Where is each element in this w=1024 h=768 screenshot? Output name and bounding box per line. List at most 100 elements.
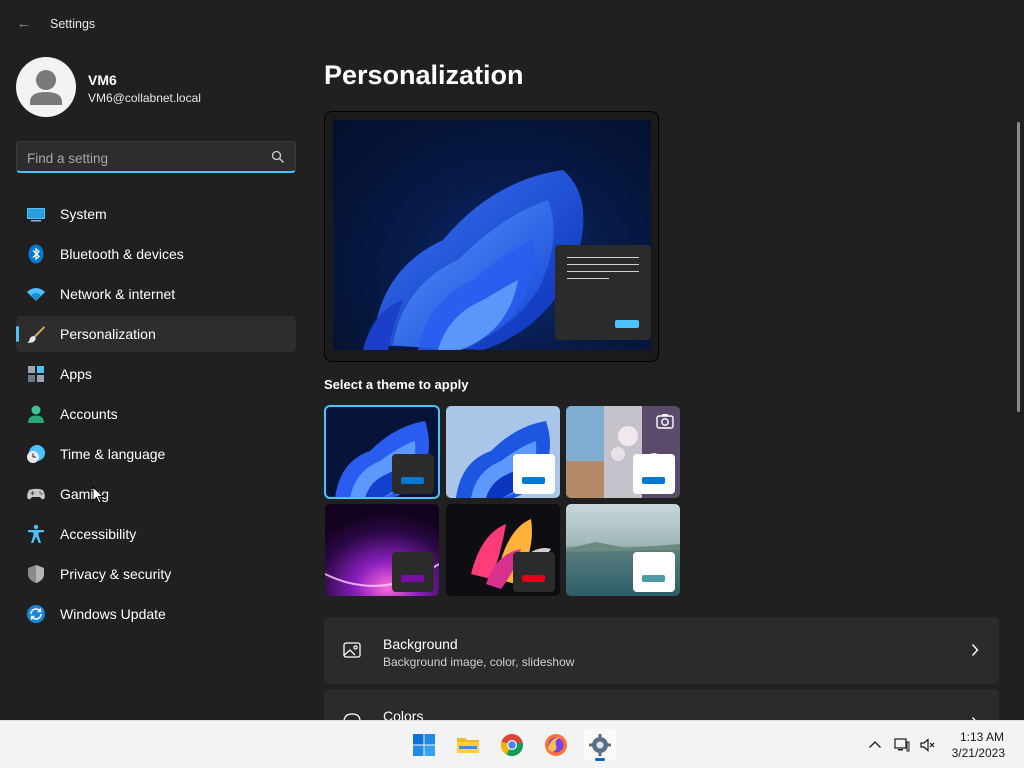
sidebar-item-label: Bluetooth & devices: [60, 246, 184, 262]
sidebar-item-label: Personalization: [60, 326, 156, 342]
sidebar-item-label: Network & internet: [60, 286, 176, 302]
sidebar-item-label: System: [60, 206, 107, 222]
taskbar-settings[interactable]: [584, 729, 616, 761]
sidebar-item-system[interactable]: System: [16, 196, 296, 232]
title-bar: ← Settings: [0, 0, 1024, 48]
sidebar-item-label: Apps: [60, 366, 92, 382]
windows-start-icon: [413, 734, 435, 756]
theme-preview: [324, 111, 659, 362]
image-icon: [343, 642, 361, 658]
theme-flow[interactable]: [566, 504, 680, 596]
sidebar-item-bluetooth[interactable]: Bluetooth & devices: [16, 236, 296, 272]
firefox-icon: [545, 734, 567, 756]
theme-mini-window: [392, 454, 434, 494]
sample-line: [567, 271, 639, 272]
taskbar: 1:13 AM 3/21/2023: [0, 720, 1024, 768]
folder-icon: [457, 738, 479, 753]
theme-mini-window: [633, 552, 675, 592]
update-icon: [27, 605, 45, 623]
search-box[interactable]: [16, 141, 296, 173]
sample-window: [555, 245, 651, 340]
taskbar-file-explorer[interactable]: [452, 729, 484, 761]
taskbar-firefox[interactable]: [540, 729, 572, 761]
theme-glow[interactable]: [325, 504, 439, 596]
sidebar-item-accounts[interactable]: Accounts: [16, 396, 296, 432]
wifi-icon: [27, 288, 45, 301]
theme-grid: [324, 405, 684, 597]
sidebar-item-label: Time & language: [60, 446, 166, 462]
card-subtitle: Background image, color, slideshow: [383, 655, 575, 669]
camera-icon[interactable]: [656, 413, 674, 429]
shield-icon: [28, 565, 44, 583]
system-icon: [27, 208, 45, 222]
sidebar-nav: System Bluetooth & devices Network & int…: [16, 196, 296, 636]
sidebar-item-label: Windows Update: [60, 606, 166, 622]
user-avatar-icon[interactable]: [16, 57, 76, 117]
theme-accent-bar: [522, 575, 545, 582]
bluetooth-icon: [28, 244, 44, 264]
back-button[interactable]: ←: [12, 14, 36, 34]
apps-icon: [28, 366, 44, 382]
profile-name: VM6: [88, 72, 117, 88]
chevron-up-icon[interactable]: [867, 737, 883, 753]
accessibility-icon: [28, 524, 44, 543]
theme-mini-window: [392, 552, 434, 592]
network-display-icon[interactable]: [894, 737, 910, 753]
sidebar-item-label: Accessibility: [60, 526, 137, 542]
back-arrow-icon: ←: [16, 15, 32, 32]
volume-muted-icon[interactable]: [920, 737, 936, 753]
colors-card[interactable]: Colors: [324, 689, 999, 720]
sample-button: [615, 320, 639, 328]
sidebar-item-gaming[interactable]: Gaming: [16, 476, 296, 512]
sidebar-item-label: Privacy & security: [60, 566, 172, 582]
sidebar-item-windows-update[interactable]: Windows Update: [16, 596, 296, 632]
palette-icon: [343, 713, 361, 720]
theme-mini-window: [513, 552, 555, 592]
theme-section-label: Select a theme to apply: [324, 377, 469, 392]
accounts-icon: [28, 405, 44, 423]
search-input[interactable]: [27, 149, 267, 167]
chrome-icon: [500, 734, 523, 756]
wallpaper-preview: [333, 120, 651, 350]
taskbar-start-button[interactable]: [408, 729, 440, 761]
theme-accent-bar: [401, 477, 424, 484]
settings-gear-icon: [589, 734, 611, 756]
theme-mini-window: [633, 454, 675, 494]
sidebar-item-privacy[interactable]: Privacy & security: [16, 556, 296, 592]
mouse-cursor-icon: [92, 486, 104, 504]
card-title: Colors: [383, 708, 424, 720]
card-title: Background: [383, 636, 458, 652]
theme-windows-spotlight[interactable]: [566, 406, 680, 498]
brush-icon: [27, 326, 45, 343]
sidebar-item-personalization[interactable]: Personalization: [16, 316, 296, 352]
clock-time[interactable]: 1:13 AM: [960, 730, 1004, 744]
sidebar-item-time-language[interactable]: Time & language: [16, 436, 296, 472]
theme-captured-motion[interactable]: [446, 504, 560, 596]
sidebar-item-label: Accounts: [60, 406, 118, 422]
clock-globe-icon: [27, 445, 45, 463]
sidebar-item-apps[interactable]: Apps: [16, 356, 296, 392]
app-title: Settings: [50, 17, 96, 31]
background-card[interactable]: Background Background image, color, slid…: [324, 617, 999, 684]
theme-accent-bar: [642, 575, 665, 582]
profile-email: VM6@collabnet.local: [88, 91, 201, 105]
sample-line: [567, 257, 639, 258]
clock-date[interactable]: 3/21/2023: [952, 746, 1005, 760]
theme-windows-light[interactable]: [446, 406, 560, 498]
theme-accent-bar: [522, 477, 545, 484]
taskbar-chrome[interactable]: [496, 729, 528, 761]
theme-mini-window: [513, 454, 555, 494]
sidebar-item-network[interactable]: Network & internet: [16, 276, 296, 312]
page-title: Personalization: [324, 60, 524, 90]
sample-line: [567, 264, 639, 265]
theme-windows-dark[interactable]: [324, 405, 440, 499]
theme-accent-bar: [401, 575, 424, 582]
sample-line: [567, 278, 609, 279]
theme-accent-bar: [642, 477, 665, 484]
search-icon[interactable]: [271, 150, 285, 164]
sidebar-item-accessibility[interactable]: Accessibility: [16, 516, 296, 552]
main-scrollbar[interactable]: [1017, 122, 1020, 412]
active-app-indicator: [595, 758, 605, 761]
chevron-right-icon: [971, 644, 979, 656]
gamepad-icon: [27, 488, 45, 500]
